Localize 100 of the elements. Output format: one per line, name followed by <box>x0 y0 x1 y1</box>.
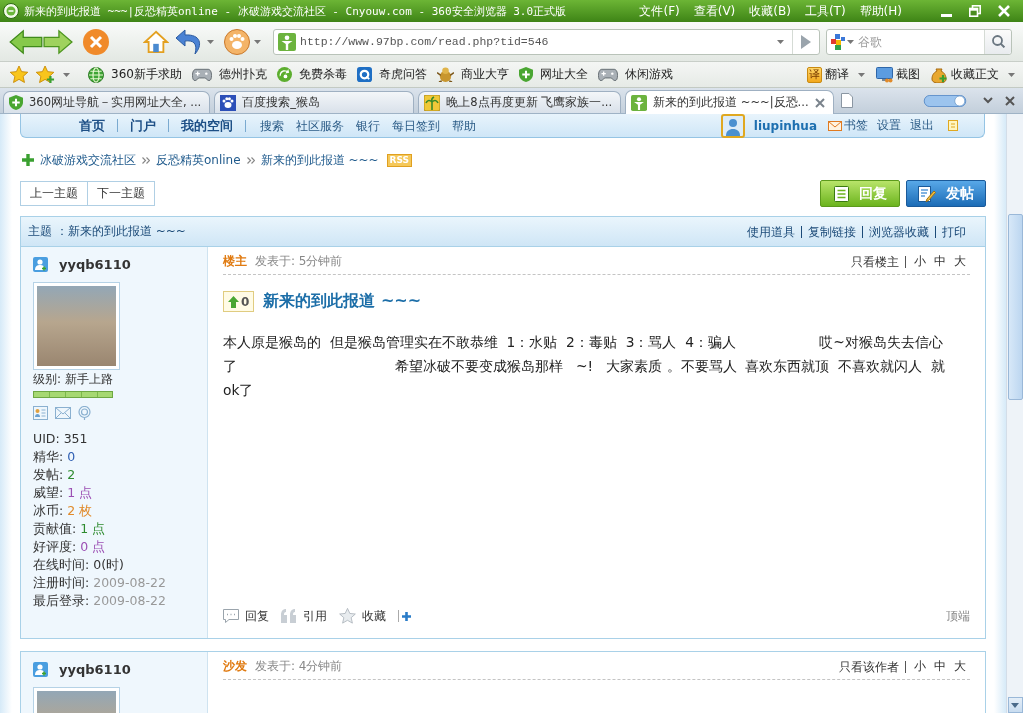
user-link[interactable]: 设置 <box>877 117 901 134</box>
search-field[interactable]: 谷歌 <box>826 28 1012 55</box>
bookmark-link[interactable]: 360新手求助 <box>88 66 182 83</box>
bookmark-link[interactable]: 商业大亨 <box>436 66 509 83</box>
vote-button[interactable]: 0 <box>223 291 255 312</box>
action-button[interactable]: 发帖 <box>906 180 986 207</box>
font-size-link[interactable]: 小 <box>910 253 930 270</box>
paw-tile-icon <box>220 94 237 111</box>
caret-icon[interactable] <box>777 39 784 44</box>
breadcrumb-link[interactable]: 冰破游戏交流社区 <box>40 151 136 169</box>
plus-icon[interactable] <box>402 611 411 621</box>
home-icon[interactable] <box>143 29 169 54</box>
close-icon[interactable] <box>1005 95 1015 106</box>
stat-value: 2009-08-22 <box>93 575 166 590</box>
note-icon[interactable] <box>948 120 958 131</box>
monitor-icon <box>876 66 893 83</box>
thread-tool-link[interactable]: 使用道具 <box>741 225 801 238</box>
page-icon[interactable] <box>840 93 853 108</box>
mail-icon[interactable] <box>55 407 71 419</box>
browser-tab[interactable]: 新来的到此报道 ~~~|反恐... <box>625 90 834 114</box>
double-chevron-icon <box>142 156 150 164</box>
font-size-link[interactable]: 中 <box>930 253 950 270</box>
bookmark-link[interactable]: 奇虎问答 <box>356 66 427 83</box>
bookmark-link[interactable]: 网址大全 <box>518 66 588 83</box>
caret-icon[interactable] <box>1008 72 1015 77</box>
breadcrumb-link[interactable]: 反恐精英online <box>156 151 241 169</box>
close-icon[interactable] <box>814 97 825 108</box>
stat-label: UID: <box>33 431 60 446</box>
nav-link[interactable]: 银行 <box>356 119 380 132</box>
font-size-link[interactable]: 小 <box>910 658 930 675</box>
toolbar-link[interactable]: 截图 <box>876 66 920 83</box>
triangle-icon[interactable] <box>801 34 811 49</box>
mail-icon <box>828 120 842 131</box>
font-size-link[interactable]: 大 <box>950 658 970 675</box>
caret-icon[interactable] <box>254 39 261 44</box>
bookmark-link[interactable]: 免费杀毒 <box>276 66 347 83</box>
scroll-down-button[interactable] <box>1007 697 1023 713</box>
author-filter-link[interactable]: 只看该作者 <box>839 660 906 673</box>
gamepad-icon <box>191 68 212 81</box>
bookmark-link[interactable]: 德州扑克 <box>191 66 267 83</box>
font-size-link[interactable]: 中 <box>930 658 950 675</box>
undo-arrow-icon[interactable] <box>175 28 203 55</box>
caret-icon <box>1011 702 1019 708</box>
nav-link[interactable]: 首页 <box>67 119 117 132</box>
list-icon <box>833 185 849 202</box>
search-input[interactable]: 谷歌 <box>854 31 984 52</box>
browser-tab[interactable]: 360网址导航－实用网址大全, ... <box>3 91 211 113</box>
thread-tool-link[interactable]: 打印 <box>935 225 972 238</box>
nav-link[interactable]: 门户 <box>117 119 168 132</box>
caret-icon[interactable] <box>63 72 70 77</box>
toolbar-link[interactable]: 译 翻译 <box>807 66 865 83</box>
browser-tab[interactable]: 晚上8点再度更新 飞鹰家族一... <box>418 91 622 113</box>
author-filter-link[interactable]: 只看楼主 <box>851 255 906 268</box>
stat-value: 0(时) <box>93 557 124 572</box>
chevron-down-icon[interactable] <box>983 97 993 104</box>
font-size-link[interactable]: 大 <box>950 253 970 270</box>
translate-badge: 译 <box>807 66 822 83</box>
nav-link[interactable]: 我的空间 <box>168 119 245 132</box>
nav-link[interactable]: 帮助 <box>452 119 476 132</box>
capsule-icon[interactable] <box>923 94 967 107</box>
paw-icon[interactable] <box>224 28 250 55</box>
search-button[interactable] <box>984 29 1011 54</box>
minimize-icon[interactable] <box>941 13 952 17</box>
user-link[interactable]: 退出 <box>910 117 934 134</box>
stat-value: 351 <box>63 431 88 446</box>
pager-button[interactable]: 上一主题 <box>20 181 88 206</box>
stat-value: 2 <box>67 467 76 482</box>
forward-arrow-icon[interactable] <box>43 28 73 55</box>
pager-button[interactable]: 下一主题 <box>87 181 155 206</box>
thread-tool-link[interactable]: 浏览器收藏 <box>862 225 935 238</box>
back-arrow-icon[interactable] <box>9 28 43 55</box>
back-to-top-link[interactable]: 顶端 <box>946 607 970 625</box>
author-name[interactable]: yyqb6110 <box>59 256 131 272</box>
address-field[interactable]: http://www.97bp.com/read.php?tid=546 <box>273 28 820 55</box>
user-link[interactable]: 书签 <box>828 117 868 134</box>
stat-value: 2 枚 <box>67 503 93 518</box>
post-action-link[interactable]: 收藏 <box>339 607 386 625</box>
star-plus-icon[interactable] <box>36 65 55 84</box>
caret-icon[interactable] <box>847 39 854 44</box>
scrollbar[interactable] <box>1006 114 1023 713</box>
post-action-link[interactable]: 引用 <box>281 607 327 625</box>
star-icon[interactable] <box>10 66 28 83</box>
bookmark-link[interactable]: 休闲游戏 <box>597 66 673 83</box>
stop-icon[interactable] <box>83 28 109 55</box>
thread-tool-link[interactable]: 复制链接 <box>801 225 862 238</box>
nav-link[interactable]: 每日签到 <box>392 119 440 132</box>
author-name[interactable]: yyqb6110 <box>59 661 131 677</box>
caret-icon[interactable] <box>858 72 865 77</box>
restore-icon[interactable] <box>969 5 981 17</box>
caret-icon[interactable] <box>207 39 214 44</box>
scroll-thumb[interactable] <box>1007 214 1023 400</box>
breadcrumb-link[interactable]: 新来的到此报道 ~~~ <box>260 151 379 169</box>
username-link[interactable]: liupinhua <box>753 118 817 133</box>
post-action-link[interactable]: 回复 <box>223 607 269 625</box>
toolbar-link[interactable]: 收藏正文 <box>931 66 1015 83</box>
profile-card-icon[interactable] <box>33 406 48 420</box>
nav-link[interactable]: 搜索 <box>260 119 284 132</box>
concentric-circles-icon[interactable] <box>78 406 91 420</box>
nav-link[interactable]: 社区服务 <box>296 119 344 132</box>
browser-tab[interactable]: 百度搜索_猴岛 <box>214 91 415 113</box>
